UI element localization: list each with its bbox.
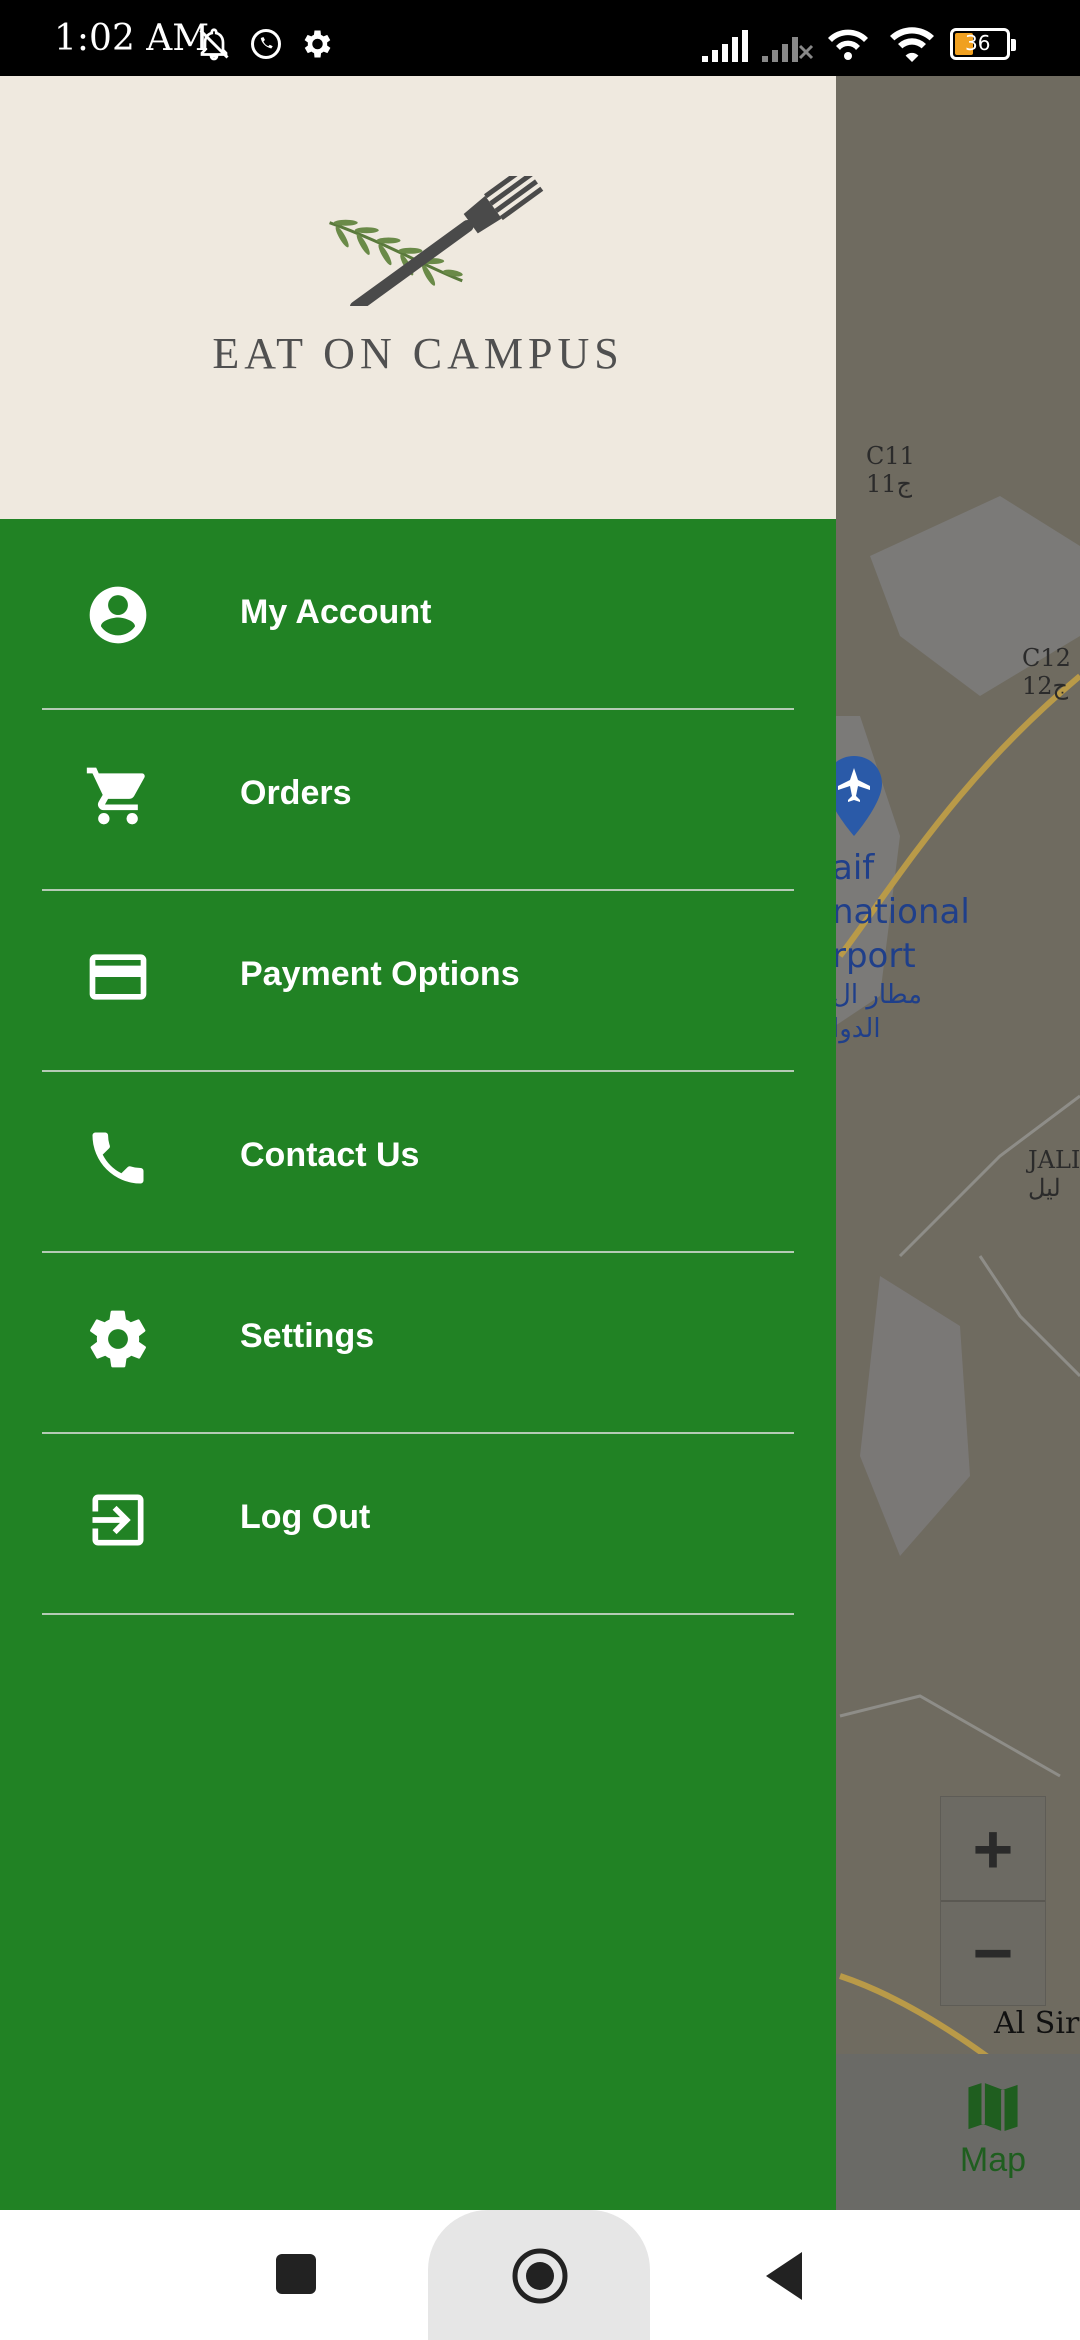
cart-icon <box>86 767 145 825</box>
menu-item-my-account[interactable]: My Account <box>0 519 836 700</box>
menu-item-settings[interactable]: Settings <box>0 1243 836 1424</box>
tab-map[interactable]: Map <box>928 2080 1058 2180</box>
recents-button[interactable] <box>276 2254 316 2294</box>
menu-item-orders[interactable]: Orders <box>0 700 836 881</box>
airport-label-line: مطار ال <box>832 980 923 1010</box>
zoom-control: + − <box>940 1796 1046 2006</box>
map-label-text: ج12 <box>1022 672 1069 700</box>
battery-icon: 36 <box>950 28 1016 60</box>
map-label-c11: C11 ج11 <box>866 442 915 498</box>
airport-label-line: الدوا <box>832 1014 881 1044</box>
menu-divider <box>42 1613 794 1615</box>
home-button[interactable] <box>510 2246 570 2306</box>
muted-bell-icon <box>199 28 229 61</box>
system-navigation-bar <box>0 2210 1080 2340</box>
map-label-jali: JALI ليل <box>1028 1146 1080 1202</box>
navigation-drawer: EAT ON CAMPUS My Account Orders Payment … <box>0 76 836 2210</box>
menu-item-log-out[interactable]: Log Out <box>0 1424 836 1605</box>
menu-item-label: Payment Options <box>240 955 520 993</box>
menu-item-label: Log Out <box>240 1498 371 1536</box>
map-label-text: ليل <box>1028 1174 1061 1202</box>
settings-status-icon <box>304 30 331 58</box>
drawer-header: EAT ON CAMPUS <box>0 76 836 519</box>
logout-icon <box>92 1494 144 1546</box>
map-label-c12: C12 ج12 <box>1022 644 1071 700</box>
menu-item-label: Contact Us <box>240 1136 420 1174</box>
menu-item-label: My Account <box>240 593 432 631</box>
map-label-text: C12 <box>1022 644 1071 672</box>
map-icon <box>968 2082 1018 2132</box>
map-label-text: JALI <box>1028 1146 1080 1174</box>
airport-label-line: rport <box>832 936 916 976</box>
signal-no-service-icon <box>762 37 814 62</box>
credit-card-icon <box>89 954 147 1000</box>
airport-label-line: aif <box>832 848 875 888</box>
map-label-text: ج11 <box>866 470 913 498</box>
status-bar: 1:02 AM 36 <box>0 0 1080 76</box>
tab-map-label: Map <box>959 2141 1027 2179</box>
gear-icon <box>90 1310 146 1368</box>
zoom-in-button[interactable]: + <box>941 1797 1045 1901</box>
battery-level: 36 <box>965 31 991 55</box>
wifi-link-icon <box>828 29 868 60</box>
map-label-text: C11 <box>866 442 915 470</box>
menu-item-label: Orders <box>240 774 352 812</box>
status-time: 1:02 AM <box>54 18 210 59</box>
whatsapp-icon <box>251 29 281 59</box>
airport-label: aif national rport مطار ال الدوا <box>832 846 970 1046</box>
back-button[interactable] <box>762 2250 806 2302</box>
menu-item-label: Settings <box>240 1317 375 1355</box>
menu-item-payment-options[interactable]: Payment Options <box>0 881 836 1062</box>
menu-item-contact-us[interactable]: Contact Us <box>0 1062 836 1243</box>
phone-icon <box>92 1132 144 1184</box>
signal-icon <box>702 30 748 62</box>
logo-fork-rosemary-icon <box>329 176 544 306</box>
zoom-out-button[interactable]: − <box>941 1901 1045 2005</box>
logo-text: EAT ON CAMPUS <box>212 329 624 378</box>
account-circle-icon <box>89 586 147 644</box>
wifi-icon <box>890 27 934 62</box>
airport-label-line: national <box>832 892 970 932</box>
map-label-al-sir: Al Sir <box>994 2006 1080 2041</box>
